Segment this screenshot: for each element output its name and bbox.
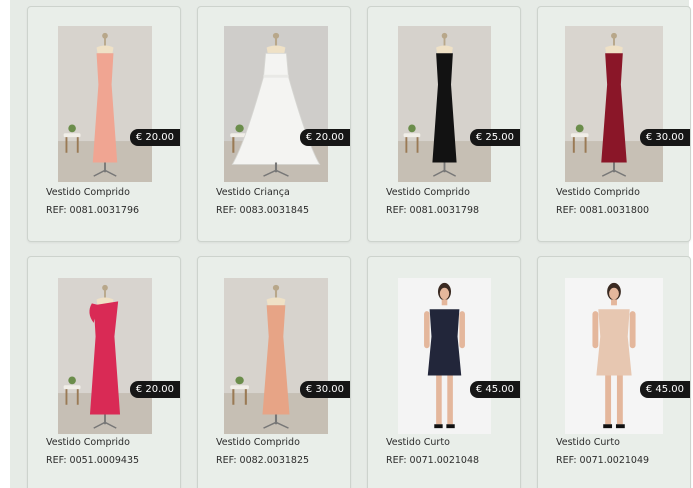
product-title[interactable]: Vestido Comprido	[46, 187, 130, 198]
product-card[interactable]: € 45.00 Vestido Curto REF: 0071.0021049	[537, 256, 691, 488]
product-grid: € 20.00 Vestido Comprido REF: 0081.0031796…	[0, 0, 693, 488]
page-edge-left	[0, 0, 10, 488]
price-badge: € 45.00	[469, 381, 520, 398]
price-badge: € 20.00	[129, 129, 180, 146]
price-badge: € 30.00	[299, 381, 350, 398]
product-title[interactable]: Vestido Comprido	[46, 437, 130, 448]
price-badge: € 20.00	[299, 129, 350, 146]
product-title[interactable]: Vestido Comprido	[386, 187, 470, 198]
product-title[interactable]: Vestido Curto	[556, 437, 620, 448]
product-card[interactable]: € 25.00 Vestido Comprido REF: 0081.0031798	[367, 6, 521, 242]
product-card[interactable]: € 20.00 Vestido Comprido REF: 0051.0009435	[27, 256, 181, 488]
product-card[interactable]: € 20.00 Vestido Comprido REF: 0081.0031796	[27, 6, 181, 242]
price-badge: € 20.00	[129, 381, 180, 398]
product-photo[interactable]	[224, 26, 328, 182]
product-ref: REF: 0051.0009435	[46, 455, 140, 466]
product-ref: REF: 0081.0031796	[46, 205, 140, 216]
product-ref: REF: 0081.0031800	[556, 205, 650, 216]
product-card[interactable]: € 20.00 Vestido Criança REF: 0083.0031845	[197, 6, 351, 242]
price-badge: € 45.00	[639, 381, 690, 398]
product-title[interactable]: Vestido Comprido	[556, 187, 640, 198]
product-card[interactable]: € 45.00 Vestido Curto REF: 0071.0021048	[367, 256, 521, 488]
price-badge: € 30.00	[639, 129, 690, 146]
product-ref: REF: 0081.0031798	[386, 205, 480, 216]
product-card[interactable]: € 30.00 Vestido Comprido REF: 0082.0031825	[197, 256, 351, 488]
product-title[interactable]: Vestido Criança	[216, 187, 290, 198]
product-photo[interactable]	[565, 26, 663, 182]
product-photo[interactable]	[58, 26, 152, 182]
product-photo[interactable]	[224, 278, 328, 434]
price-badge: € 25.00	[469, 129, 520, 146]
product-photo[interactable]	[565, 278, 663, 434]
product-photo[interactable]	[58, 278, 152, 434]
product-ref: REF: 0071.0021048	[386, 455, 480, 466]
product-title[interactable]: Vestido Curto	[386, 437, 450, 448]
product-ref: REF: 0071.0021049	[556, 455, 650, 466]
product-title[interactable]: Vestido Comprido	[216, 437, 300, 448]
product-photo[interactable]	[398, 26, 491, 182]
product-photo[interactable]	[398, 278, 491, 434]
product-ref: REF: 0083.0031845	[216, 205, 310, 216]
product-ref: REF: 0082.0031825	[216, 455, 310, 466]
product-card[interactable]: € 30.00 Vestido Comprido REF: 0081.0031800	[537, 6, 691, 242]
